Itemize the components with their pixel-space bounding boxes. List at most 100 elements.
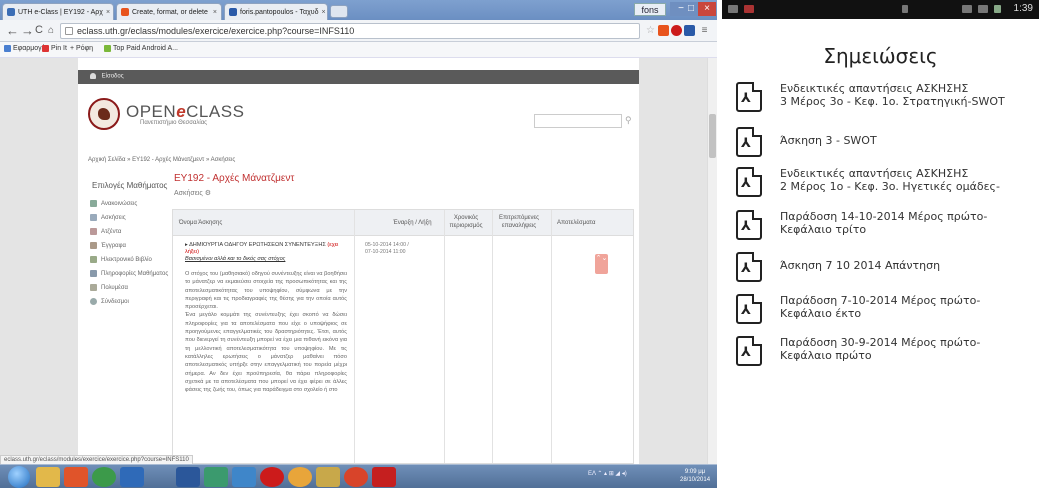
media-player-icon[interactable]: [344, 467, 368, 487]
star-icon[interactable]: ☆: [645, 25, 656, 36]
maximize-button[interactable]: □: [684, 2, 698, 16]
office-icon[interactable]: [64, 467, 88, 487]
start-button[interactable]: [8, 466, 30, 488]
scroll-to-top-button[interactable]: ⌃⌄: [595, 254, 608, 274]
clock-date: 28/10/2014: [680, 477, 711, 483]
col-header-time-limit[interactable]: Χρονικός περιορισμός: [447, 214, 485, 230]
user-profile-badge[interactable]: fons: [634, 3, 666, 16]
column-divider: [354, 210, 355, 463]
page-icon: [42, 45, 49, 52]
scrollbar[interactable]: [707, 58, 717, 464]
tab-eclass[interactable]: UTH e-Class | ΕΥ192 - Αρχ ×: [2, 3, 114, 20]
clock[interactable]: 9:09 μμ 28/10/2014: [680, 468, 710, 484]
extension-icon[interactable]: [658, 25, 669, 36]
list-item[interactable]: ⅄ Παράδοση 7-10-2014 Μέρος πρώτο- Κεφάλαι…: [736, 292, 1039, 334]
book-icon: [90, 256, 97, 263]
bookmark-pinit[interactable]: Pin It: [42, 45, 67, 52]
list-item[interactable]: ⅄ Ενδεικτικές απαντήσεις ΑΣΚΗΣΗΣ 3 Μέρος …: [736, 80, 1039, 122]
signal-icon: [978, 5, 988, 13]
col-header-dates[interactable]: Έναρξη / Λήξη: [393, 219, 432, 227]
paint-icon[interactable]: [316, 467, 340, 487]
opera-icon[interactable]: [260, 467, 284, 487]
sidebar-item-announcements[interactable]: Ανακοινώσεις: [90, 200, 137, 207]
close-tab-icon[interactable]: ×: [322, 9, 326, 16]
menu-icon[interactable]: ≡: [699, 25, 710, 36]
note-title: Παράδοση 7-10-2014 Μέρος πρώτο- Κεφάλαιο …: [780, 294, 981, 320]
outlook-icon[interactable]: [120, 467, 144, 487]
close-tab-icon[interactable]: ×: [106, 9, 110, 16]
users-icon[interactable]: [232, 467, 256, 487]
sidebar-item-agenda[interactable]: Ατζέντα: [90, 228, 121, 235]
exercise-description: Ο στόχος του (μαθησιακό) οδηγού συνέντευ…: [185, 270, 347, 394]
col-header-results[interactable]: Αποτελέσματα: [557, 219, 595, 227]
sidebar-item-ebook[interactable]: Ηλεκτρονικό Βιβλίο: [90, 256, 152, 263]
eclass-favicon-icon: [7, 8, 15, 16]
acrobat-icon[interactable]: [372, 467, 396, 487]
search-icon[interactable]: ⚲: [625, 115, 632, 126]
col-header-attempts[interactable]: Επιτρεπόμενες επαναλήψεις: [495, 214, 543, 230]
folder-icon: [90, 242, 97, 249]
scrollbar-thumb[interactable]: [709, 114, 716, 158]
address-text: eclass.uth.gr/eclass/modules/exercice/ex…: [77, 26, 355, 36]
exercise-subtitle: Βασισμένοι αλλά και το δικός σας στόχος: [185, 256, 286, 262]
pdf-file-icon: ⅄: [736, 167, 762, 197]
list-item[interactable]: ⅄ Άσκηση 7 10 2014 Απάντηση: [736, 250, 1039, 292]
calendar-icon: [90, 228, 97, 235]
login-link[interactable]: Είσοδος: [102, 74, 124, 80]
tab-label: UTH e-Class | ΕΥ192 - Αρχ: [18, 8, 103, 16]
close-window-button[interactable]: ×: [698, 2, 716, 16]
pdf-file-icon: ⅄: [736, 336, 762, 366]
course-title: ΕΥ192 - Αρχές Μάνατζμεντ: [174, 173, 295, 184]
back-arrow-icon[interactable]: ←: [6, 23, 19, 38]
user-icon: [90, 73, 96, 79]
page-viewport: Είσοδος OPENeCLASS Πανεπιστήμιο Θεσσαλία…: [0, 58, 707, 464]
chrome-icon[interactable]: [92, 467, 116, 487]
announcements-icon: [90, 200, 97, 207]
forward-arrow-icon[interactable]: →: [21, 23, 34, 38]
tab-create-format[interactable]: Create, format, or delete ×: [116, 3, 222, 20]
breadcrumb[interactable]: Αρχική Σελίδα » ΕΥ192 - Αρχές Μάνατζμεντ…: [88, 157, 235, 163]
university-logo[interactable]: [88, 98, 120, 130]
list-item[interactable]: ⅄ Παράδοση 14-10-2014 Μέρος πρώτο- Κεφάλα…: [736, 208, 1039, 250]
description-paragraph: Ο στόχος του (μαθησιακό) οδηγού συνέντευ…: [185, 271, 347, 311]
sidebar-item-documents[interactable]: Έγγραφα: [90, 242, 126, 249]
bookmark-pofi[interactable]: + Pόφη: [70, 45, 93, 52]
section-subtitle: Ασκήσεις ⚙: [174, 190, 211, 197]
home-icon[interactable]: ⌂: [48, 23, 54, 38]
address-bar[interactable]: eclass.uth.gr/eclass/modules/exercice/ex…: [60, 23, 640, 39]
phone-time: 1:39: [1013, 3, 1033, 14]
openeclass-logo[interactable]: OPENeCLASS: [126, 102, 244, 122]
office-favicon-icon: [121, 8, 129, 16]
list-item[interactable]: ⅄ Ενδεικτικές απαντήσεις ΑΣΚΗΣΗΣ 2 Μέρος …: [736, 165, 1039, 207]
description-paragraph: Ένα μεγάλο κομμάτι της συνέντευξης έχει …: [185, 312, 347, 394]
explorer-icon[interactable]: [36, 467, 60, 487]
pocket-icon[interactable]: [684, 25, 695, 36]
android-icon: [104, 45, 111, 52]
note-title: Ενδεικτικές απαντήσεις ΑΣΚΗΣΗΣ 2 Μέρος 1ο…: [780, 167, 1000, 193]
new-tab-button[interactable]: [330, 5, 348, 18]
bookmark-top-paid[interactable]: Top Paid Android A...: [104, 45, 178, 52]
page-title: Σημειώσεις: [823, 44, 938, 68]
sidebar-item-course-info[interactable]: Πληροφορίες Μαθήματος: [90, 270, 168, 277]
list-item[interactable]: ⅄ Παράδοση 30-9-2014 Μέρος πρώτο- Κεφάλαι…: [736, 334, 1039, 376]
opera-extension-icon[interactable]: [671, 25, 682, 36]
gear-icon[interactable]: ⚙: [205, 190, 211, 197]
reload-icon[interactable]: C: [35, 23, 43, 38]
sidebar-item-multimedia[interactable]: Πολυμέσα: [90, 284, 128, 291]
tab-mail[interactable]: foris.pantopoulos - Ταχυδ ×: [224, 3, 328, 20]
sidebar-item-exercises[interactable]: Ασκήσεις: [90, 214, 126, 221]
sidebar-item-links[interactable]: Σύνδεσμοι: [90, 298, 129, 305]
chrome-app-icon[interactable]: [288, 467, 312, 487]
list-item[interactable]: ⅄ Άσκηση 3 - SWOT: [736, 125, 1039, 167]
publisher-icon[interactable]: [204, 467, 228, 487]
search-input[interactable]: [534, 114, 622, 128]
system-tray[interactable]: ΕΛ ⌃ ▴ ⊞ ◢ ◂): [588, 470, 627, 477]
note-title: Παράδοση 14-10-2014 Μέρος πρώτο- Κεφάλαιο…: [780, 210, 988, 236]
exercise-link[interactable]: ΔΗΜΙΟΥΡΓΙΑ ΟΔΗΓΟΥ ΕΡΩΤΗΣΕΩΝ ΣΥΝΕΝΤΕΥΞΗΣ: [189, 242, 326, 248]
tab-label: Create, format, or delete: [132, 8, 208, 16]
close-tab-icon[interactable]: ×: [213, 9, 217, 16]
col-header-name[interactable]: Όνομα Άσκησης: [179, 219, 222, 227]
word-icon[interactable]: [176, 467, 200, 487]
bluetooth-icon: [902, 5, 908, 13]
note-title: Άσκηση 3 - SWOT: [780, 134, 877, 147]
